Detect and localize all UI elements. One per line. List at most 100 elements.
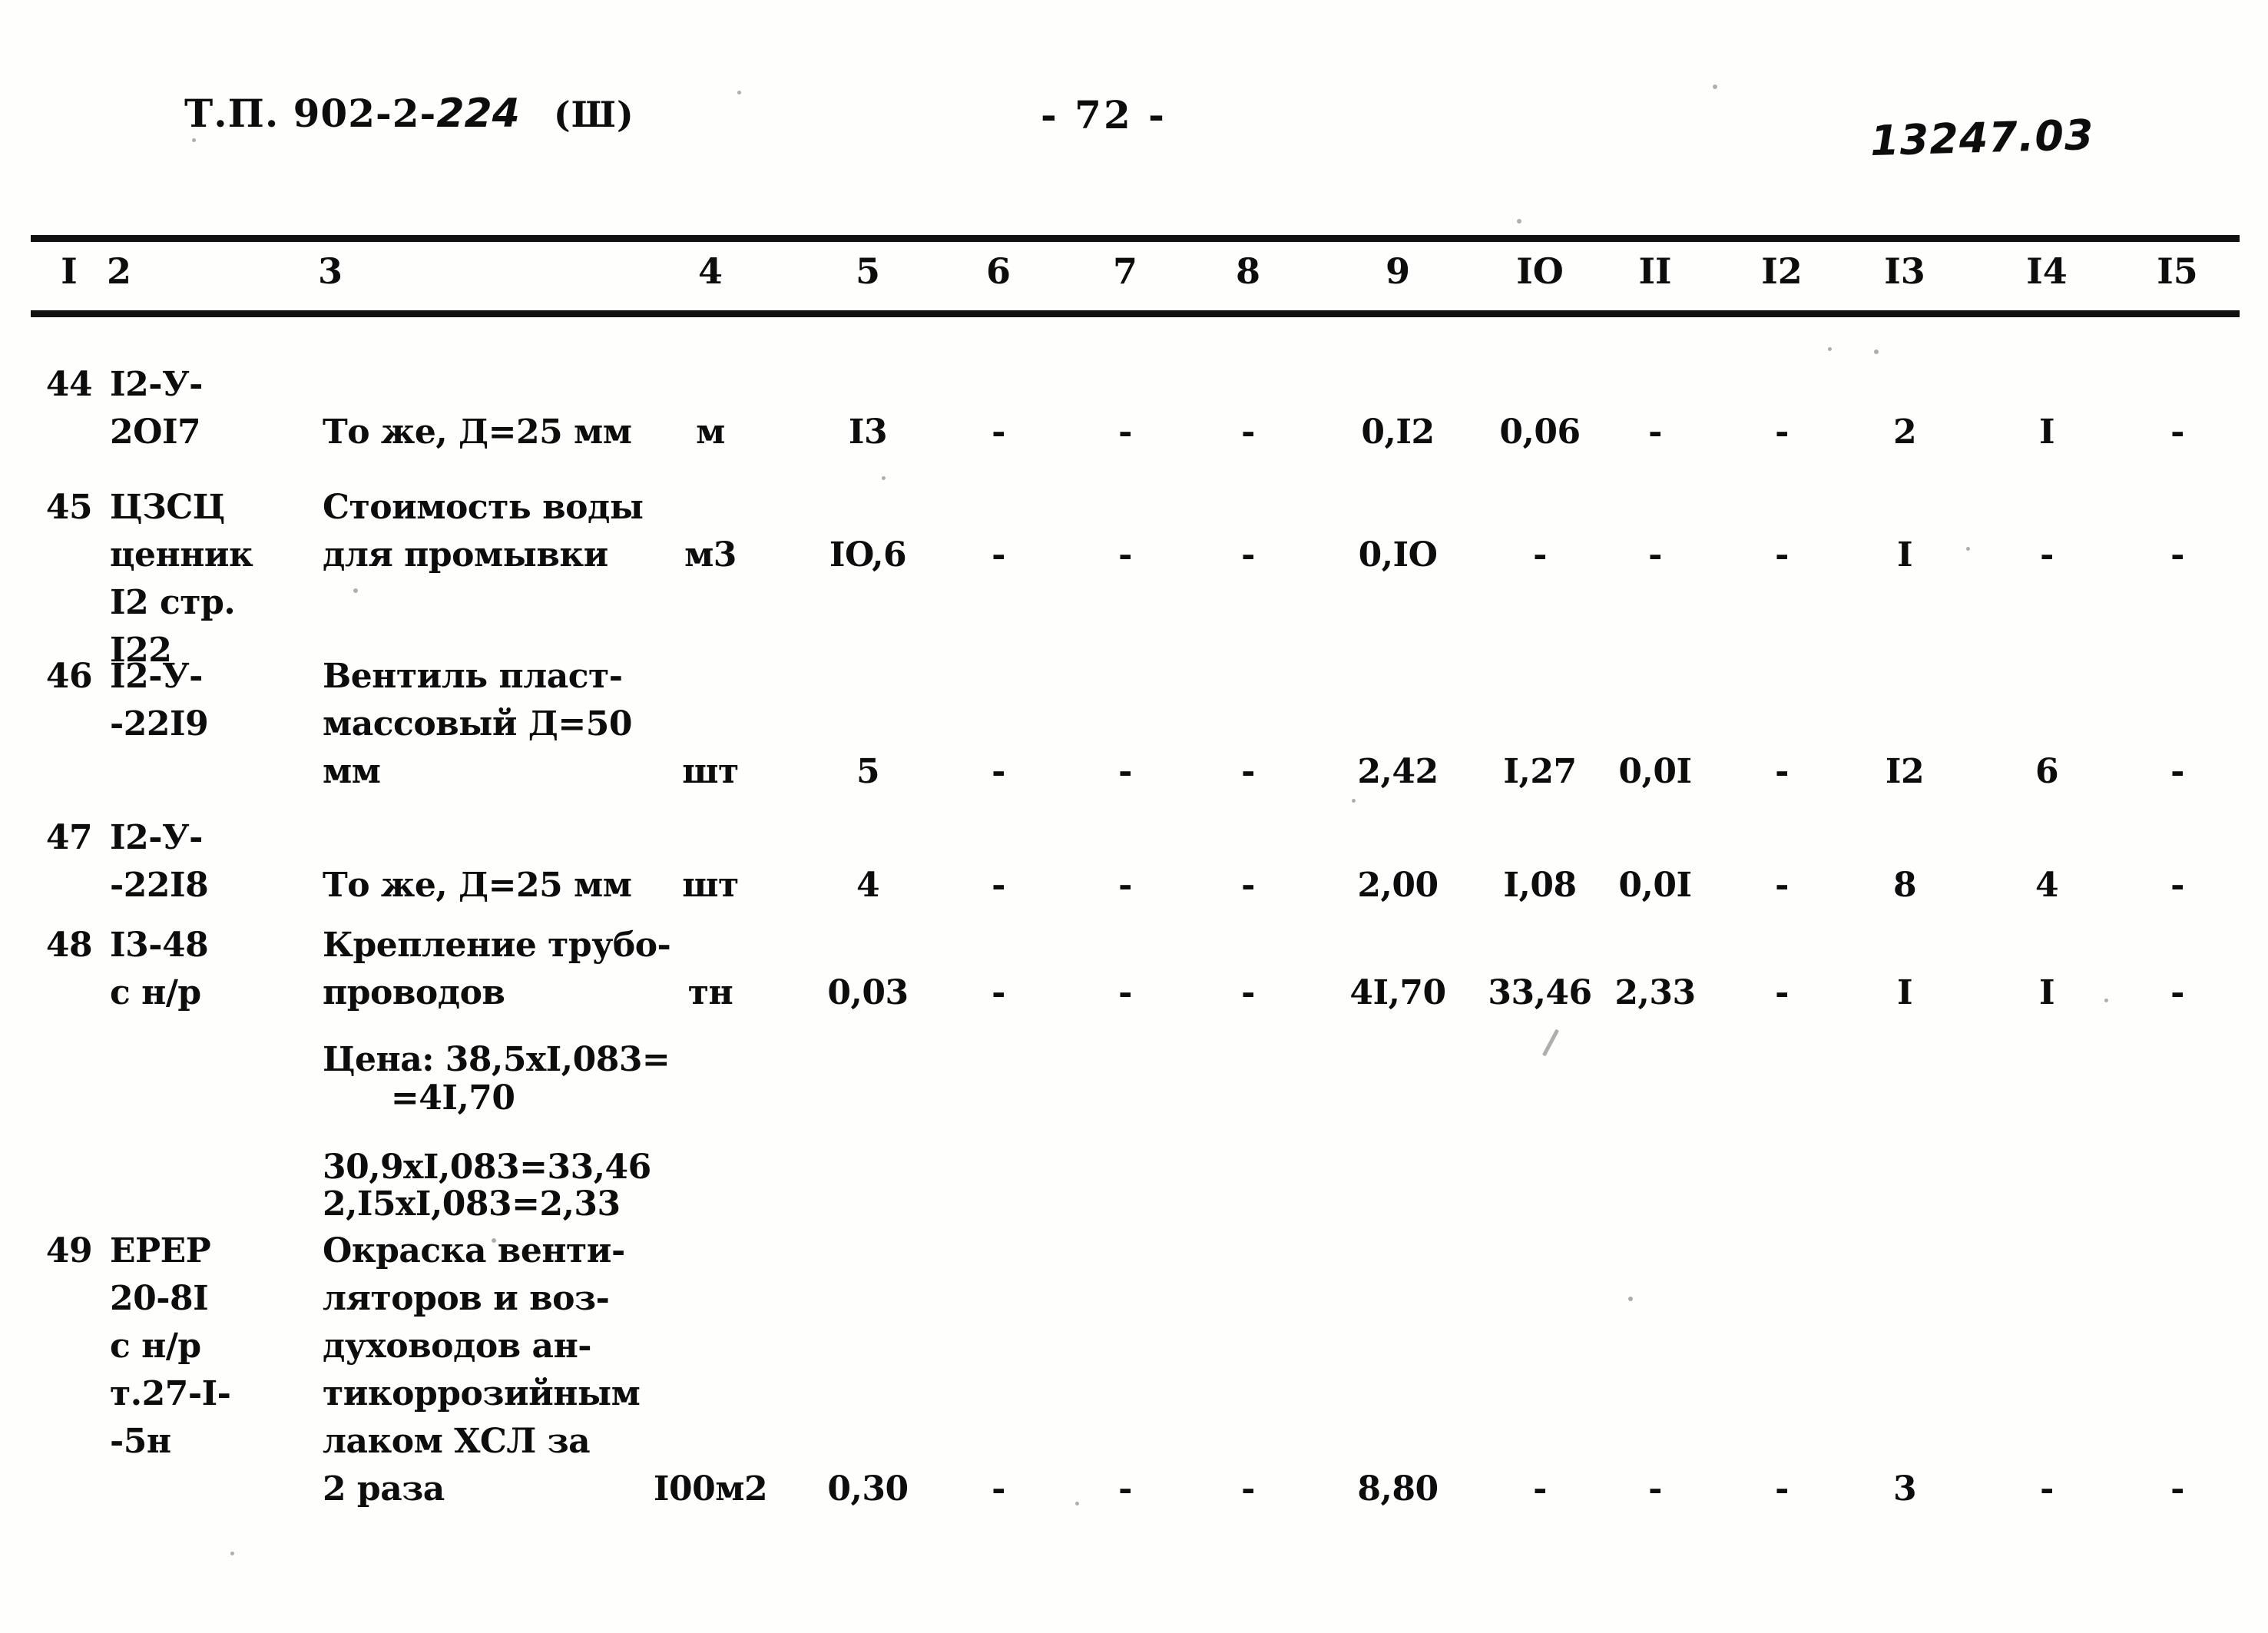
cell-col-11: 0,0I	[1618, 752, 1692, 791]
unit-of-measure: м3	[684, 535, 737, 575]
cell-col-11: 2,33	[1614, 973, 1696, 1012]
column-header-15: I5	[2157, 250, 2198, 292]
cell-col-15: -	[2170, 866, 2184, 905]
page-number: - 72 -	[1041, 92, 1167, 137]
scan-stroke	[1541, 1028, 1560, 1057]
column-header-3: 3	[317, 250, 343, 292]
cell-col-5: 4	[856, 866, 880, 905]
scan-speck	[1966, 547, 1970, 551]
cell-col-11: -	[1648, 535, 1662, 575]
document-code-handwritten: 224	[436, 91, 520, 137]
cell-col-8: -	[1241, 1469, 1255, 1509]
cell-col-6: -	[992, 412, 1005, 452]
column-header-5: 5	[855, 250, 880, 292]
cell-col-11: -	[1648, 412, 1662, 452]
norm-code: I2-У- -22I8	[110, 818, 209, 905]
column-header-12: I2	[1761, 250, 1803, 292]
cell-col-9: 2,00	[1357, 866, 1439, 905]
unit-of-measure: м	[696, 412, 725, 452]
norm-code: ЦЗСЦ ценник I2 стр. I22	[110, 488, 253, 670]
scan-speck	[882, 476, 886, 480]
cell-col-6: -	[992, 535, 1005, 575]
unit-of-measure: шт	[682, 866, 739, 905]
row-number: 49	[45, 1231, 93, 1270]
row-number: 48	[45, 926, 93, 965]
cell-col-9: 4I,70	[1349, 973, 1446, 1012]
column-header-6: 6	[985, 250, 1011, 292]
cell-col-13: 3	[1892, 1469, 1917, 1509]
cell-col-9: 8,80	[1357, 1469, 1439, 1509]
cell-col-5: IO,6	[829, 535, 907, 575]
page-header: Т.П. 902-2-224 (Ш) - 72 - 13247.03	[0, 91, 2268, 165]
cell-col-6: -	[992, 866, 1005, 905]
column-header-2: 2	[106, 250, 131, 292]
cell-col-14: -	[2040, 1469, 2054, 1509]
cell-col-6: -	[992, 752, 1005, 791]
cell-col-9: 0,IO	[1358, 535, 1438, 575]
work-description: Стоимость воды для промывки	[323, 488, 644, 575]
scan-speck	[1874, 349, 1879, 354]
cell-col-15: -	[2170, 752, 2184, 791]
document-code: Т.П. 902-2-224 (Ш)	[184, 91, 634, 137]
work-description: Вентиль пласт- массовый Д=50 мм	[323, 657, 633, 791]
column-header-13: I3	[1884, 250, 1925, 292]
cell-col-8: -	[1241, 973, 1255, 1012]
column-header-10: IO	[1516, 250, 1564, 292]
column-header-8: 8	[1235, 250, 1260, 292]
scan-speck	[353, 588, 358, 593]
cell-col-13: I	[1896, 535, 1913, 575]
table-column-header-row: I 2 3 4 5 6 7 8 9 IO II I2 I3 I4 I5	[0, 250, 2268, 304]
work-description: Окраска венти- ляторов и воз- духоводов …	[323, 1231, 641, 1509]
column-header-9: 9	[1385, 250, 1410, 292]
norm-code: I2-У- -22I9	[110, 657, 209, 744]
scan-speck	[230, 1552, 234, 1555]
cell-col-6: -	[992, 973, 1005, 1012]
cell-col-14: I	[2038, 973, 2055, 1012]
scan-speck	[1628, 1297, 1633, 1301]
row-number: 44	[45, 365, 93, 404]
cell-col-11: -	[1648, 1469, 1662, 1509]
document-volume: (Ш)	[553, 94, 634, 135]
table-header-rule	[31, 310, 2240, 317]
scan-speck	[737, 91, 741, 94]
cell-col-8: -	[1241, 535, 1255, 575]
cell-col-9: 0,I2	[1361, 412, 1435, 452]
unit-of-measure: I00м2	[653, 1469, 768, 1509]
cell-col-14: 6	[2035, 752, 2059, 791]
scan-speck	[1352, 799, 1356, 803]
scan-speck	[1828, 347, 1832, 351]
column-header-4: 4	[697, 250, 723, 292]
cell-col-15: -	[2170, 535, 2184, 575]
cell-col-15: -	[2170, 412, 2184, 452]
document-code-prefix: Т.П. 902-2-	[184, 91, 437, 136]
cell-col-14: -	[2040, 535, 2054, 575]
price-calculation-note: 2,I5xI,083=2,33	[323, 1184, 621, 1224]
column-header-7: 7	[1112, 250, 1137, 292]
cell-col-5: 0,30	[827, 1469, 909, 1509]
work-description: То же, Д=25 мм	[323, 412, 632, 452]
work-description: То же, Д=25 мм	[323, 866, 632, 905]
cell-col-14: I	[2038, 412, 2055, 452]
cell-col-8: -	[1241, 752, 1255, 791]
cell-col-5: I3	[848, 412, 888, 452]
archive-code-handwritten: 13247.03	[1869, 110, 2095, 166]
row-number: 47	[45, 818, 93, 857]
row-number: 46	[45, 657, 93, 696]
unit-of-measure: тн	[687, 973, 733, 1012]
column-header-11: II	[1638, 250, 1672, 292]
table-top-rule	[31, 235, 2240, 242]
scan-speck	[1713, 84, 1717, 89]
cell-col-13: I	[1896, 973, 1913, 1012]
cell-col-5: 5	[856, 752, 880, 791]
norm-code: ЕРЕР 20-8I с н/р т.27-I- -5н	[110, 1231, 231, 1461]
cell-col-9: 2,42	[1357, 752, 1439, 791]
cell-col-6: -	[992, 1469, 1005, 1509]
cell-col-5: 0,03	[827, 973, 909, 1012]
cell-col-14: 4	[2035, 866, 2059, 905]
cell-col-13: I2	[1885, 752, 1925, 791]
scan-speck	[2104, 999, 2108, 1002]
cell-col-13: 8	[1892, 866, 1917, 905]
cell-col-15: -	[2170, 973, 2184, 1012]
price-calculation-note: =4I,70	[323, 1078, 515, 1118]
scan-speck	[192, 138, 196, 142]
